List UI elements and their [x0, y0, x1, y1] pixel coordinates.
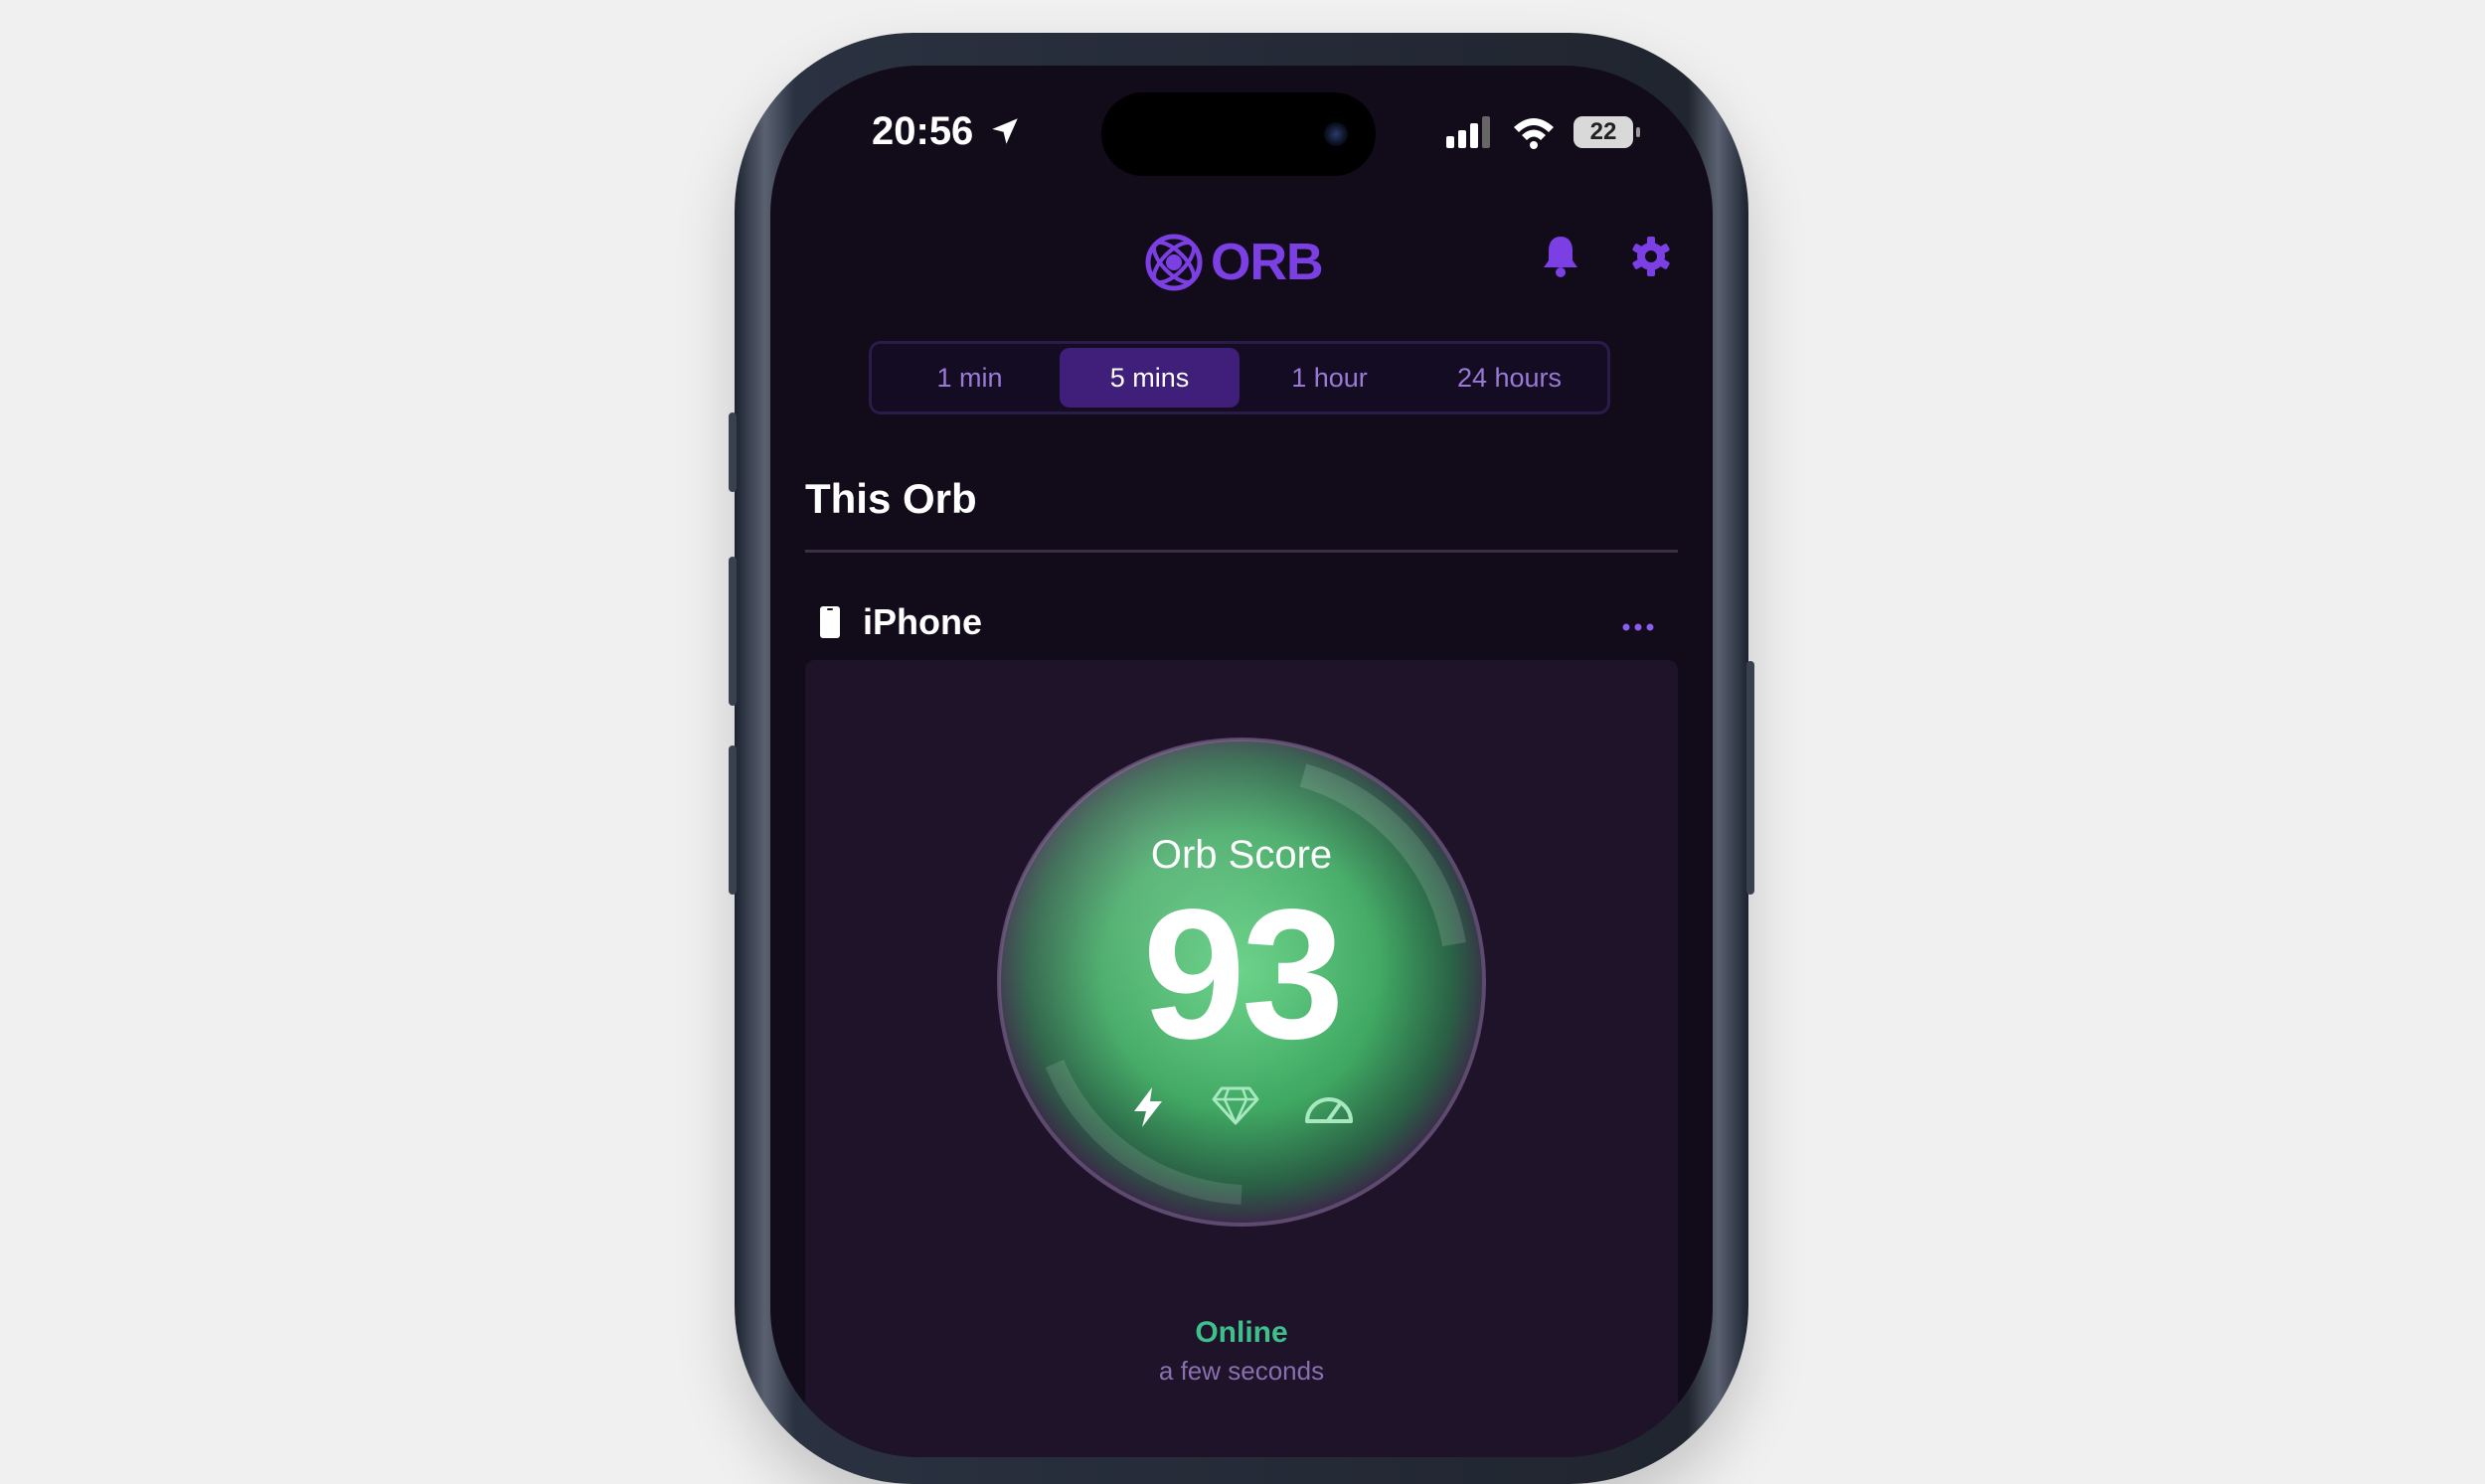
- range-24-hours[interactable]: 24 hours: [1419, 348, 1599, 408]
- power-button: [1746, 661, 1754, 895]
- time-range-selector: 1 min 5 mins 1 hour 24 hours: [869, 341, 1610, 414]
- orb-score-card: Orb Score 93 Online a few seconds: [805, 660, 1678, 1457]
- volume-up-button: [729, 557, 737, 706]
- settings-button[interactable]: [1629, 235, 1673, 282]
- app-screen: 20:56 22 ORB 1 min 5 mins 1 hour 24 hour…: [770, 66, 1713, 1457]
- orb-score-dial[interactable]: Orb Score 93: [995, 736, 1488, 1229]
- battery-indicator: 22: [1574, 116, 1640, 148]
- range-5-mins[interactable]: 5 mins: [1060, 348, 1240, 408]
- dynamic-island: [1101, 92, 1376, 176]
- section-title: This Orb: [805, 475, 977, 522]
- wifi-icon: [1514, 118, 1554, 149]
- cellular-signal-icon: [1446, 116, 1490, 148]
- range-1-hour[interactable]: 1 hour: [1240, 348, 1419, 408]
- range-1-min[interactable]: 1 min: [880, 348, 1060, 408]
- orb-logo: ORB: [1145, 233, 1324, 292]
- status-indicators: 22: [1446, 115, 1640, 149]
- notifications-button[interactable]: [1541, 235, 1580, 282]
- diamond-icon: [1212, 1086, 1259, 1125]
- status-time: 20:56: [872, 109, 1022, 154]
- orb-logo-icon: [1145, 234, 1203, 291]
- location-arrow-icon: [992, 118, 1019, 144]
- phone-icon: [820, 606, 840, 638]
- bell-icon: [1544, 237, 1577, 277]
- device-name: iPhone: [863, 601, 983, 642]
- action-button: [729, 412, 737, 492]
- gear-icon: [1632, 237, 1670, 276]
- logo-text: ORB: [1211, 234, 1324, 291]
- orb-score-value: 93: [1142, 872, 1345, 1077]
- connection-status: Online: [1195, 1316, 1288, 1349]
- speedometer-icon: [1305, 1097, 1353, 1123]
- time-text: 20:56: [872, 109, 974, 153]
- device-header: iPhone: [805, 592, 1678, 652]
- orb-metric-icons: [995, 1085, 1488, 1129]
- lightning-icon: [1134, 1087, 1162, 1127]
- connection-updated: a few seconds: [1158, 1356, 1325, 1386]
- battery-level: 22: [1589, 118, 1617, 145]
- camera-icon: [1324, 122, 1348, 146]
- volume-down-button: [729, 745, 737, 895]
- device-more-button[interactable]: [1622, 604, 1654, 634]
- section-divider: [805, 550, 1678, 553]
- more-icon: [1622, 623, 1654, 631]
